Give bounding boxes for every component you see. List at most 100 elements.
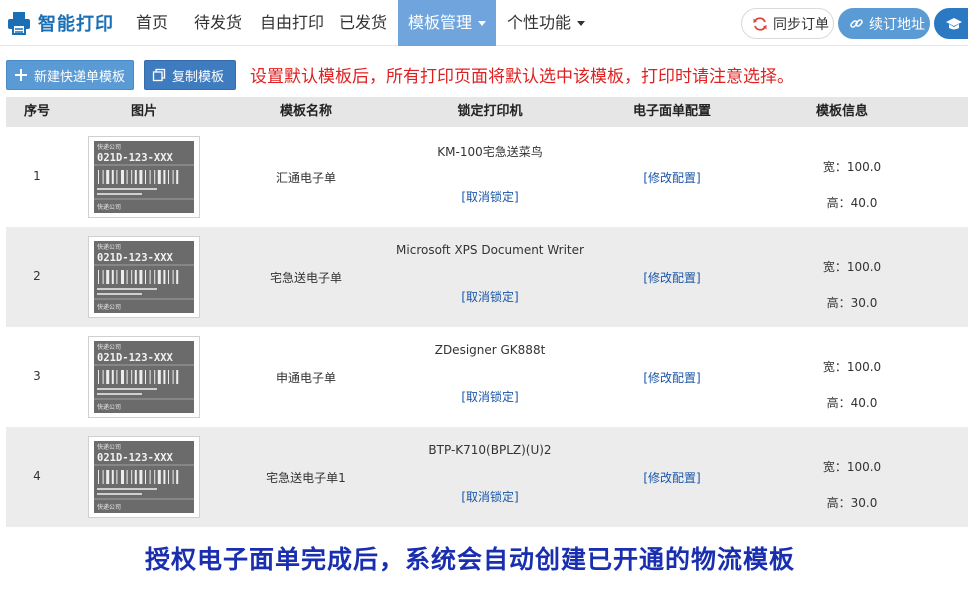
- thumb-code-text: 021D-123-XXX: [97, 452, 174, 464]
- unlock-printer-link[interactable]: [取消锁定]: [390, 488, 590, 505]
- header-template-info: 模板信息: [815, 104, 868, 119]
- barcode-bar: [134, 270, 137, 284]
- unlock-printer-link[interactable]: [取消锁定]: [390, 388, 590, 405]
- barcode-bar: [111, 470, 114, 484]
- education-button[interactable]: [934, 8, 968, 39]
- barcode-bar: [134, 370, 137, 384]
- plus-icon: [15, 69, 27, 81]
- nav-template-management-label: 模板管理: [407, 13, 472, 32]
- modify-config-link[interactable]: [修改配置]: [572, 469, 772, 486]
- chevron-down-icon: [577, 21, 585, 26]
- new-express-template-button[interactable]: 新建快递单模板: [6, 60, 134, 90]
- barcode-bar: [121, 170, 124, 184]
- barcode-bar: [98, 170, 99, 184]
- barcode-bar: [163, 270, 166, 284]
- waybill-preview: 快递公司 021D-123-XXX 快递公司: [94, 241, 194, 313]
- table-row: 1 快递公司 021D-123-XXX 快递公司 汇通电子单 KM-100宅急送菜鸟…: [6, 127, 968, 227]
- nav-pending-shipment[interactable]: 待发货: [180, 0, 256, 46]
- locked-printer: BTP-K710(BPLZ)(U)2: [428, 443, 552, 457]
- barcode-bar: [131, 470, 133, 484]
- barcode-bar: [149, 470, 151, 484]
- barcode-bar: [145, 170, 146, 184]
- barcode-bar: [102, 170, 104, 184]
- header-template-name: 模板名称: [279, 104, 332, 119]
- barcode-bar: [145, 470, 146, 484]
- barcode-bar: [121, 470, 124, 484]
- barcode-bar: [145, 270, 146, 284]
- brand-title: 智能打印: [38, 14, 114, 35]
- thumb-footer-text: 快递公司: [97, 503, 121, 511]
- barcode-bar: [126, 270, 128, 284]
- barcode-bar: [163, 470, 166, 484]
- template-width: 宽：100.0: [822, 460, 882, 474]
- barcode-bar: [168, 370, 169, 384]
- thumb-code-text: 021D-123-XXX: [97, 352, 174, 364]
- template-height: 高：40.0: [826, 396, 878, 410]
- nav-template-management[interactable]: 模板管理: [398, 0, 496, 46]
- modify-config-link[interactable]: [修改配置]: [572, 169, 772, 186]
- printer-icon: [6, 10, 32, 36]
- unlock-printer-link[interactable]: [取消锁定]: [390, 288, 590, 305]
- barcode-bar: [168, 470, 169, 484]
- barcode-bar: [172, 470, 174, 484]
- template-thumbnail[interactable]: 快递公司 021D-123-XXX 快递公司: [88, 436, 200, 518]
- template-name: 汇通电子单: [275, 171, 336, 185]
- waybill-thumbnail-graphic: 快递公司021D-123-XXX快递公司: [94, 341, 194, 413]
- barcode-bar: [131, 270, 133, 284]
- barcode-bar: [172, 270, 174, 284]
- template-width: 宽：100.0: [822, 360, 882, 374]
- thumb-footer-text: 快递公司: [97, 203, 121, 211]
- row-index: 4: [33, 469, 41, 483]
- barcode-bar: [176, 170, 179, 184]
- nav-custom-features[interactable]: 个性功能: [500, 0, 592, 46]
- thumb-company-text: 快递公司: [97, 243, 121, 251]
- sync-orders-label: 同步订单: [773, 16, 829, 33]
- nav-home[interactable]: 首页: [124, 0, 180, 46]
- template-width: 宽：100.0: [822, 260, 882, 274]
- modify-config-link[interactable]: [修改配置]: [572, 269, 772, 286]
- barcode-bar: [106, 170, 110, 184]
- chevron-down-icon: [478, 21, 486, 26]
- table-row: 4 快递公司 021D-123-XXX 快递公司 宅急送电子单1 BTP-K710(…: [6, 427, 968, 527]
- nav-shipped[interactable]: 已发货: [332, 0, 394, 46]
- template-thumbnail[interactable]: 快递公司 021D-123-XXX 快递公司: [88, 236, 200, 318]
- modify-config-link[interactable]: [修改配置]: [572, 369, 772, 386]
- waybill-preview: 快递公司 021D-123-XXX 快递公司: [94, 441, 194, 513]
- row-index: 3: [33, 369, 41, 383]
- barcode-bar: [134, 470, 137, 484]
- template-name: 宅急送电子单1: [266, 471, 346, 485]
- barcode-bar: [154, 270, 156, 284]
- barcode-bar: [139, 170, 143, 184]
- thumb-footer-text: 快递公司: [97, 303, 121, 311]
- barcode-bar: [139, 370, 143, 384]
- barcode-bar: [121, 270, 124, 284]
- waybill-thumbnail-graphic: 快递公司021D-123-XXX快递公司: [94, 441, 194, 513]
- barcode-bar: [157, 270, 161, 284]
- barcode-bar: [116, 270, 118, 284]
- barcode-bar: [111, 370, 114, 384]
- template-thumbnail[interactable]: 快递公司 021D-123-XXX 快递公司: [88, 336, 200, 418]
- barcode-bar: [126, 370, 128, 384]
- barcode-bar: [157, 170, 161, 184]
- table-row: 2 快递公司 021D-123-XXX 快递公司 宅急送电子单 Microsoft …: [6, 227, 968, 327]
- sync-orders-button[interactable]: 同步订单: [741, 8, 834, 39]
- unlock-printer-link[interactable]: [取消锁定]: [390, 188, 590, 205]
- nav-free-print[interactable]: 自由打印: [256, 0, 328, 46]
- barcode-bar: [163, 370, 166, 384]
- renew-address-button[interactable]: 续订地址: [838, 8, 930, 39]
- template-thumbnail[interactable]: 快递公司 021D-123-XXX 快递公司: [88, 136, 200, 218]
- copy-template-button[interactable]: 复制模板: [144, 60, 236, 90]
- barcode-bar: [106, 370, 110, 384]
- link-icon: [850, 19, 863, 28]
- barcode-bar: [163, 170, 166, 184]
- barcode-bar: [168, 270, 169, 284]
- template-width: 宽：100.0: [822, 160, 882, 174]
- barcode-bar: [172, 370, 174, 384]
- waybill-thumbnail-graphic: 快递公司021D-123-XXX快递公司: [94, 241, 194, 313]
- locked-printer: Microsoft XPS Document Writer: [396, 243, 584, 257]
- barcode-bar: [172, 170, 174, 184]
- template-height: 高：40.0: [826, 196, 878, 210]
- brand[interactable]: 智能打印: [6, 9, 114, 37]
- barcode-bar: [102, 470, 104, 484]
- barcode-bar: [154, 370, 156, 384]
